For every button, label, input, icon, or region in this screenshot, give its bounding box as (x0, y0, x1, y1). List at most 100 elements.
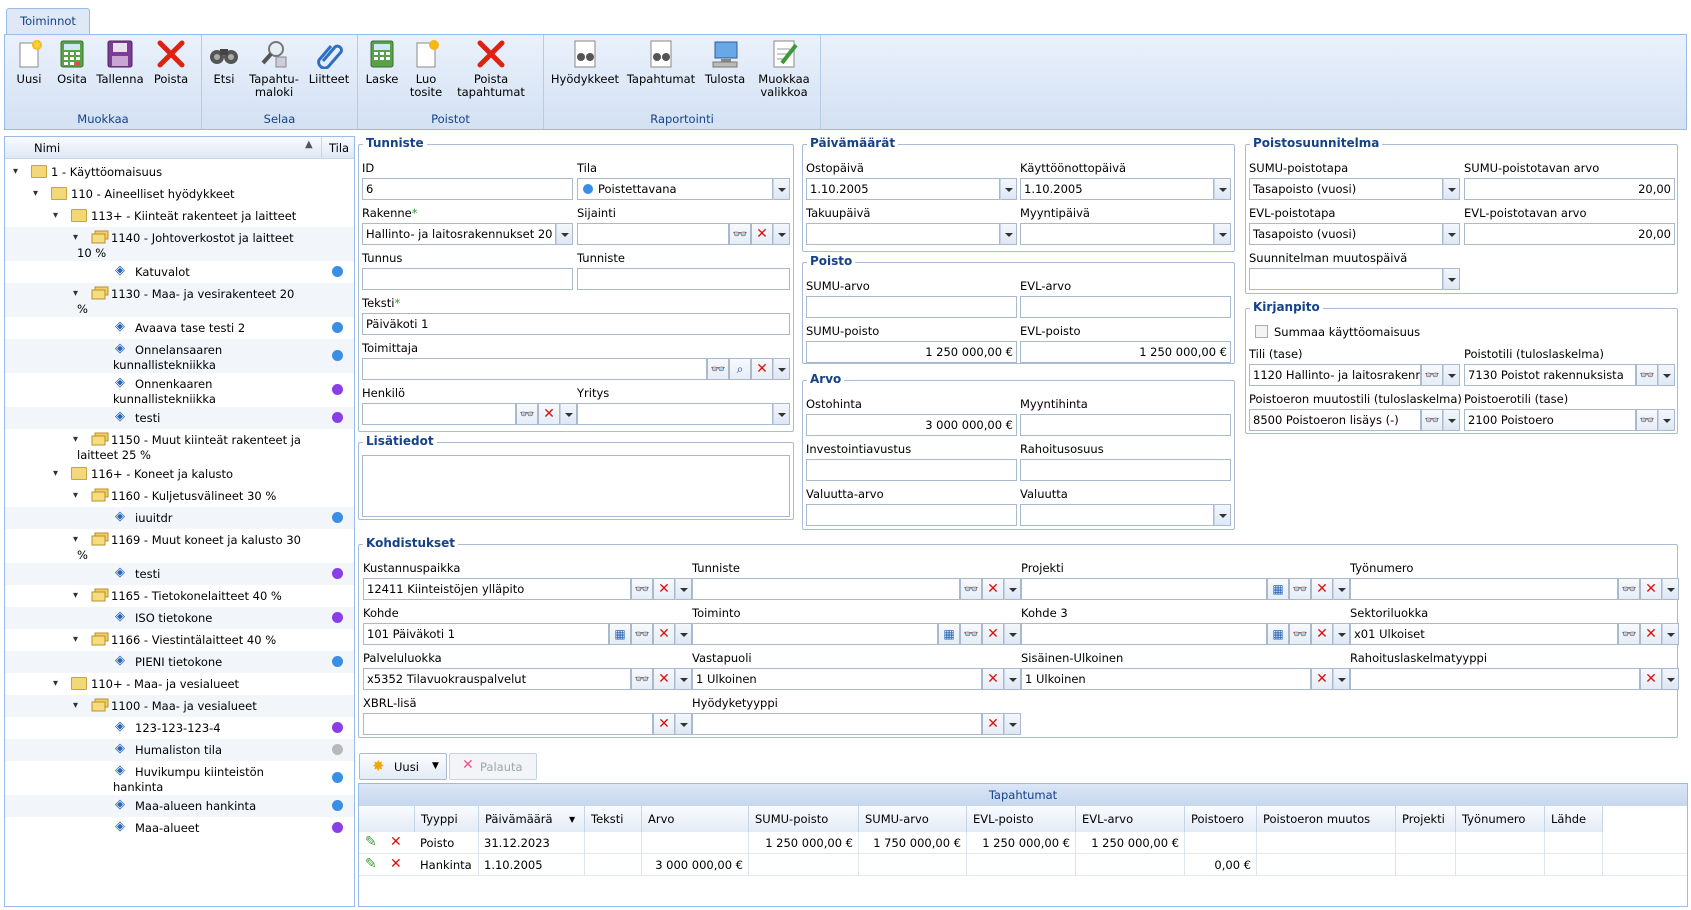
xbrl-dropdown-button[interactable] (675, 713, 692, 735)
evl-arvo-field[interactable] (1020, 296, 1231, 318)
browse-binoculars-icon[interactable]: 👓 (1636, 409, 1658, 431)
tab-toiminnot[interactable]: Toiminnot (6, 8, 90, 34)
tree-leaf-item[interactable]: ◈ Humaliston tila (5, 739, 354, 761)
osita-button[interactable]: Osita (53, 39, 91, 86)
tree-group-item[interactable]: ▾ 113+ - Kiinteät rakenteet ja laitteet (5, 205, 354, 227)
clear-x-icon[interactable]: ✕ (1311, 578, 1333, 600)
poistotili-field[interactable]: 7130 Poistot rakennuksista (1464, 364, 1636, 386)
browse-binoculars-icon[interactable]: 👓 (631, 623, 653, 645)
sektoriluokka-dropdown-button[interactable] (1662, 623, 1679, 645)
sisainen-ulkoinen-field[interactable]: 1 Ulkoinen (1021, 668, 1311, 690)
grid-col-header[interactable]: Teksti (585, 806, 642, 832)
kayttoonotto-field[interactable]: 1.10.2005 (1020, 178, 1214, 200)
tree-group-item[interactable]: ▾ 1 - Käyttöomaisuus (5, 161, 354, 183)
vastapuoli-field[interactable]: 1 Ulkoinen (692, 668, 982, 690)
clear-x-icon[interactable]: ✕ (1640, 668, 1662, 690)
browse-binoculars-icon[interactable]: 👓 (631, 668, 653, 690)
tree-leaf-item[interactable]: ◈ testi (5, 563, 354, 585)
grid-col-header[interactable]: Työnumero (1456, 806, 1545, 832)
sort-asc-icon[interactable]: ▲ (305, 139, 313, 150)
yritys-select[interactable] (577, 403, 773, 425)
browse-binoculars-icon[interactable]: 👓 (1618, 578, 1640, 600)
hierarchy-icon[interactable]: ▦ (1267, 623, 1289, 645)
delete-x-icon[interactable]: ✕ (390, 834, 402, 850)
tila-select[interactable]: Poistettavana (577, 178, 773, 200)
id-field[interactable]: 6 (362, 178, 573, 200)
expand-toggle-icon[interactable]: ▾ (73, 432, 78, 447)
tili-tase-dropdown-button[interactable] (1443, 364, 1460, 386)
valuutta-arvo-field[interactable] (806, 504, 1017, 526)
projekti-dropdown-button[interactable] (1333, 578, 1350, 600)
clear-x-icon[interactable]: ✕ (1311, 623, 1333, 645)
kohd-tunniste-dropdown-button[interactable] (1004, 578, 1021, 600)
ostopaiva-field[interactable]: 1.10.2005 (806, 178, 1000, 200)
tapahtumaloki-button[interactable]: Tapahtu- maloki (248, 39, 300, 99)
hierarchy-icon[interactable]: ▦ (1267, 578, 1289, 600)
evl-poisto-field[interactable]: 1 250 000,00 € (1020, 341, 1231, 363)
clear-x-icon[interactable]: ✕ (1640, 578, 1662, 600)
summaa-checkbox[interactable] (1255, 325, 1268, 338)
browse-binoculars-icon[interactable]: 👓 (1636, 364, 1658, 386)
xbrl-field[interactable] (363, 713, 653, 735)
valuutta-select[interactable] (1020, 504, 1214, 526)
browse-binoculars-icon[interactable]: 👓 (1421, 364, 1443, 386)
kustannuspaikka-dropdown-button[interactable] (675, 578, 692, 600)
tree-group-item[interactable]: ▾ 1169 - Muut koneet ja kalusto 30% (5, 529, 354, 563)
lisatiedot-textarea[interactable] (362, 455, 790, 517)
takuupaiva-field[interactable] (806, 223, 1000, 245)
tyonumero-dropdown-button[interactable] (1662, 578, 1679, 600)
tree-group-item[interactable]: ▾ 1100 - Maa- ja vesialueet (5, 695, 354, 717)
ostohinta-field[interactable]: 3 000 000,00 € (806, 414, 1017, 436)
hyodykkeet-report-button[interactable]: Hyödykkeet (550, 39, 620, 86)
expand-toggle-icon[interactable]: ▾ (53, 208, 58, 223)
kustannuspaikka-field[interactable]: 12411 Kiinteistöjen ylläpito (363, 578, 631, 600)
sijainti-dropdown-button[interactable] (773, 223, 790, 245)
tree-col-name[interactable]: Nimi (34, 141, 60, 155)
browse-binoculars-icon[interactable]: 👓 (960, 623, 982, 645)
clear-x-icon[interactable]: ✕ (538, 403, 560, 425)
hierarchy-icon[interactable]: ▦ (938, 623, 960, 645)
clear-x-icon[interactable]: ✕ (1640, 623, 1662, 645)
kohde3-dropdown-button[interactable] (1333, 623, 1350, 645)
tree-group-item[interactable]: ▾ 116+ - Koneet ja kalusto (5, 463, 354, 485)
grid-col-header[interactable]: SUMU-arvo (859, 806, 967, 832)
expand-toggle-icon[interactable]: ▾ (53, 466, 58, 481)
tree-group-item[interactable]: ▾ 1165 - Tietokonelaitteet 40 % (5, 585, 354, 607)
tree-leaf-item[interactable]: ◈ Huvikumpu kiinteistön hankinta (5, 761, 354, 795)
grid-col-header[interactable]: EVL-arvo (1076, 806, 1185, 832)
sumu-arvo-field[interactable] (806, 296, 1017, 318)
sijainti-field[interactable] (577, 223, 729, 245)
browse-binoculars-icon[interactable]: 👓 (1421, 409, 1443, 431)
chevron-down-icon[interactable]: ▼ (432, 761, 439, 771)
grid-col-header[interactable]: SUMU-poisto (749, 806, 859, 832)
hyodyketyyppi-dropdown-button[interactable] (1004, 713, 1021, 735)
clear-x-icon[interactable]: ✕ (1311, 668, 1333, 690)
liitteet-button[interactable]: Liitteet (304, 39, 354, 86)
tapahtumat-report-button[interactable]: Tapahtumat (626, 39, 696, 86)
tree-leaf-item[interactable]: ◈ Maa-alueen hankinta (5, 795, 354, 817)
expand-toggle-icon[interactable]: ▾ (73, 286, 78, 301)
sektoriluokka-field[interactable]: x01 Ulkoiset (1350, 623, 1618, 645)
valuutta-dropdown-button[interactable] (1214, 504, 1231, 526)
poistoeron-muutostili-field[interactable]: 8500 Poistoeron lisäys (-) (1249, 409, 1421, 431)
muutostili-dropdown-button[interactable] (1443, 409, 1460, 431)
grid-col-header[interactable]: EVL-poisto (967, 806, 1076, 832)
tree-leaf-item[interactable]: ◈ PIENI tietokone (5, 651, 354, 673)
expand-toggle-icon[interactable]: ▾ (73, 230, 78, 245)
myyntipaiva-date-button[interactable] (1214, 223, 1231, 245)
clear-x-icon[interactable]: ✕ (982, 578, 1004, 600)
expand-toggle-icon[interactable]: ▾ (73, 698, 78, 713)
rakenne-select[interactable]: Hallinto- ja laitosrakennukset 20 v (362, 223, 556, 245)
sort-desc-icon[interactable]: ▼ (569, 815, 575, 824)
vastapuoli-dropdown-button[interactable] (1004, 668, 1021, 690)
grid-col-header[interactable]: Arvo (642, 806, 749, 832)
poistoerotili-dropdown-button[interactable] (1658, 409, 1675, 431)
evl-poistotavan-arvo-field[interactable]: 20,00 (1464, 223, 1675, 245)
henkilo-field[interactable] (362, 403, 516, 425)
expand-toggle-icon[interactable]: ▾ (73, 532, 78, 547)
expand-toggle-icon[interactable]: ▾ (53, 676, 58, 691)
investointiavustus-field[interactable] (806, 459, 1017, 481)
muutospaiva-date-button[interactable] (1443, 268, 1460, 290)
palveluluokka-dropdown-button[interactable] (675, 668, 692, 690)
toimittaja-field[interactable] (362, 358, 707, 380)
